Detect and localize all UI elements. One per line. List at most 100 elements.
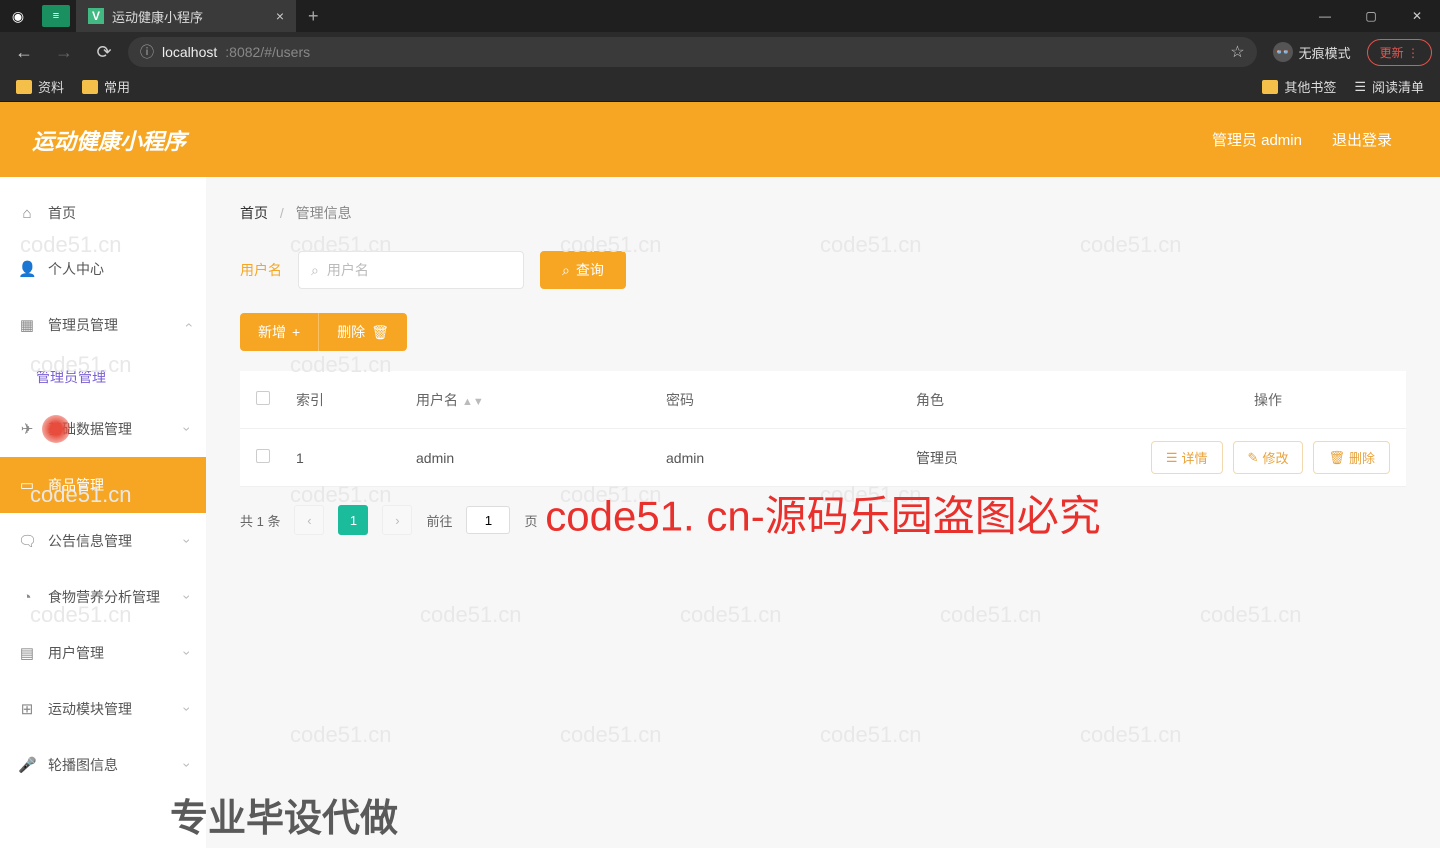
cell-password: admin <box>666 450 916 466</box>
plus-icon: + <box>292 324 300 340</box>
search-icon: ⌕ <box>311 262 319 279</box>
prev-page-button[interactable]: ‹ <box>294 505 324 535</box>
col-header-password[interactable]: 密码 <box>666 390 916 410</box>
send-icon: ✈ <box>18 420 36 438</box>
search-button[interactable]: ⌕查询 <box>540 251 626 289</box>
chat-icon: 🗨 <box>18 532 36 550</box>
maximize-icon[interactable]: ▢ <box>1348 0 1394 32</box>
minimize-icon[interactable]: — <box>1302 0 1348 32</box>
select-all-checkbox[interactable] <box>256 391 270 405</box>
table-header: 索引 用户名▲▼ 密码 角色 操作 <box>240 371 1406 429</box>
app-root: 运动健康小程序 管理员 admin 退出登录 ⌂首页 👤个人中心 ▦管理员管理 … <box>0 102 1440 848</box>
mic-icon: 🎤 <box>18 756 36 774</box>
delete-button[interactable]: 删除🗑 <box>318 313 407 351</box>
logout-button[interactable]: 退出登录 <box>1332 129 1392 150</box>
sidebar-item-food[interactable]: ◔食物营养分析管理 <box>0 569 206 625</box>
sidebar-subitem-admin[interactable]: 管理员管理 <box>0 353 206 401</box>
edit-button[interactable]: ✎修改 <box>1233 441 1304 474</box>
table-row: 1 admin admin 管理员 ☰详情 ✎修改 🗑删除 <box>240 429 1406 487</box>
sidebar-item-home[interactable]: ⌂首页 <box>0 185 206 241</box>
sort-icon: ▲▼ <box>462 396 484 408</box>
search-label: 用户名 <box>240 260 282 280</box>
rect-icon: ▭ <box>18 476 36 494</box>
bookmark-folder-2[interactable]: 常用 <box>82 77 130 96</box>
back-button[interactable]: ← <box>8 36 40 68</box>
goto-page-input[interactable] <box>466 506 510 534</box>
col-header-username[interactable]: 用户名▲▼ <box>416 390 666 410</box>
row-checkbox[interactable] <box>256 449 270 463</box>
detail-button[interactable]: ☰详情 <box>1151 441 1223 474</box>
app-title: 运动健康小程序 <box>32 124 186 156</box>
sidebar-item-users[interactable]: ▤用户管理 <box>0 625 206 681</box>
sidebar-item-admin-manage[interactable]: ▦管理员管理 <box>0 297 206 353</box>
sidebar-item-profile[interactable]: 👤个人中心 <box>0 241 206 297</box>
incognito-indicator[interactable]: 👓 无痕模式 <box>1265 42 1359 62</box>
modules-icon: ⊞ <box>18 700 36 718</box>
col-header-role[interactable]: 角色 <box>916 390 1146 410</box>
close-window-icon[interactable]: ✕ <box>1394 0 1440 32</box>
breadcrumb-home[interactable]: 首页 <box>240 205 268 221</box>
search-row: 用户名 ⌕ 用户名 ⌕查询 <box>240 251 1406 289</box>
search-icon: ⌕ <box>562 262 570 279</box>
tab-strip: ◉ ≡ V 运动健康小程序 × + — ▢ ✕ <box>0 0 1440 32</box>
url-input[interactable]: ⓘ localhost:8082/#/users ☆ <box>128 37 1257 67</box>
page-total: 共 1 条 <box>240 511 280 530</box>
goto-suffix: 页 <box>524 511 537 530</box>
reading-list[interactable]: ☰阅读清单 <box>1354 77 1424 96</box>
data-table: 索引 用户名▲▼ 密码 角色 操作 1 admin admin 管理员 ☰详情 … <box>240 371 1406 487</box>
bookmark-folder-1[interactable]: 资料 <box>16 77 64 96</box>
col-header-ops: 操作 <box>1146 390 1390 410</box>
folder-icon <box>1262 80 1278 94</box>
row-delete-button[interactable]: 🗑删除 <box>1313 441 1390 474</box>
sidebar: ⌂首页 👤个人中心 ▦管理员管理 管理员管理 ✈基础数据管理 ▭商品管理 🗨公告… <box>0 177 206 848</box>
content-area: 首页 / 管理信息 用户名 ⌕ 用户名 ⌕查询 新增+ 删除🗑 索引 <box>206 177 1440 848</box>
home-icon: ⌂ <box>18 205 36 222</box>
sidebar-item-product[interactable]: ▭商品管理 <box>0 457 206 513</box>
add-button[interactable]: 新增+ <box>240 313 318 351</box>
update-button[interactable]: 更新 ⋮ <box>1367 39 1432 66</box>
col-header-index[interactable]: 索引 <box>296 390 416 410</box>
action-row: 新增+ 删除🗑 <box>240 313 1406 351</box>
pagination: 共 1 条 ‹ 1 › 前往 页 <box>240 505 1406 535</box>
page-number-current[interactable]: 1 <box>338 505 368 535</box>
cell-index: 1 <box>296 450 416 466</box>
address-bar: ← → ⟳ ⓘ localhost:8082/#/users ☆ 👓 无痕模式 … <box>0 32 1440 72</box>
url-path: :8082/#/users <box>225 44 310 60</box>
browser-tab-active[interactable]: V 运动健康小程序 × <box>76 0 296 32</box>
sidebar-item-notice[interactable]: 🗨公告信息管理 <box>0 513 206 569</box>
reload-button[interactable]: ⟳ <box>88 36 120 68</box>
search-placeholder: 用户名 <box>327 260 369 280</box>
app-header: 运动健康小程序 管理员 admin 退出登录 <box>0 102 1440 177</box>
browser-chrome: ◉ ≡ V 运动健康小程序 × + — ▢ ✕ ← → ⟳ ⓘ localhos… <box>0 0 1440 102</box>
close-tab-icon[interactable]: × <box>276 8 284 24</box>
new-tab-button[interactable]: + <box>296 6 331 27</box>
bookmark-bar: 资料 常用 其他书签 ☰阅读清单 <box>0 72 1440 102</box>
rows-icon: ▤ <box>18 644 36 662</box>
goto-prefix: 前往 <box>426 511 452 530</box>
forward-button[interactable]: → <box>48 36 80 68</box>
next-page-button[interactable]: › <box>382 505 412 535</box>
info-icon: ⓘ <box>140 42 154 62</box>
list-icon: ☰ <box>1354 79 1366 95</box>
tab-favicon-2[interactable]: ≡ <box>42 5 70 27</box>
tab-favicon-1[interactable]: ◉ <box>0 0 36 32</box>
header-user-label[interactable]: 管理员 admin <box>1212 129 1302 150</box>
pie-icon: ◔ <box>18 589 36 606</box>
user-icon: 👤 <box>18 260 36 278</box>
incognito-icon: 👓 <box>1273 42 1293 62</box>
cell-username: admin <box>416 450 666 466</box>
doc-icon: ☰ <box>1166 450 1178 466</box>
trash-icon: 🗑 <box>1328 450 1345 466</box>
folder-icon <box>82 80 98 94</box>
sidebar-item-sport[interactable]: ⊞运动模块管理 <box>0 681 206 737</box>
sidebar-item-basedata[interactable]: ✈基础数据管理 <box>0 401 206 457</box>
other-bookmarks[interactable]: 其他书签 <box>1262 77 1336 96</box>
bookmark-star-icon[interactable]: ☆ <box>1230 42 1244 62</box>
breadcrumb-current: 管理信息 <box>296 205 352 221</box>
sidebar-item-carousel[interactable]: 🎤轮播图信息 <box>0 737 206 793</box>
search-input[interactable]: ⌕ 用户名 <box>298 251 524 289</box>
breadcrumb: 首页 / 管理信息 <box>240 203 1406 223</box>
vue-favicon: V <box>88 8 104 24</box>
cell-role: 管理员 <box>916 448 1146 468</box>
grid-icon: ▦ <box>18 316 36 334</box>
